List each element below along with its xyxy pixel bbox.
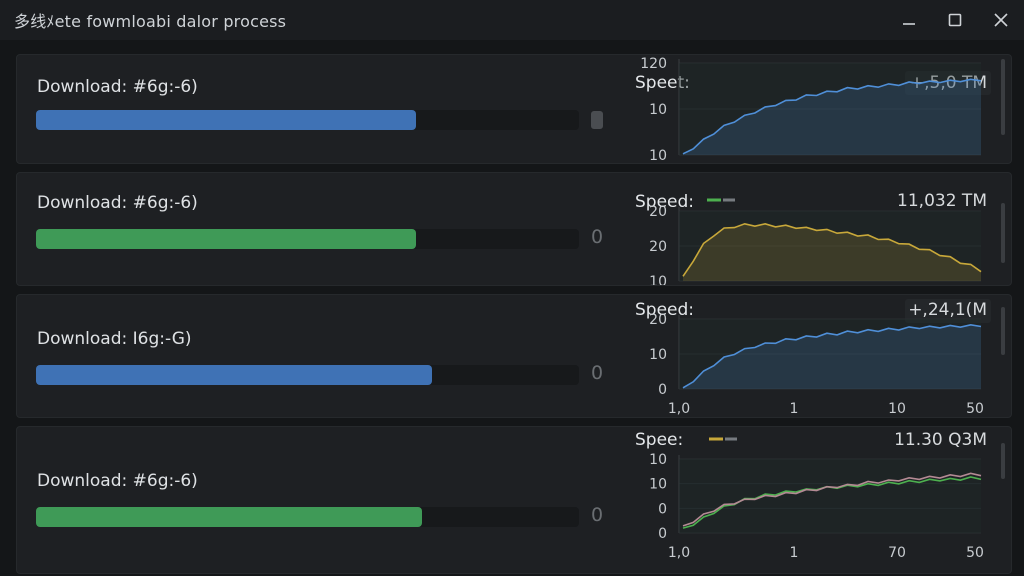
plot-area — [679, 459, 981, 533]
y-tick-label: 10 — [649, 148, 667, 163]
y-tick-label: 0 — [658, 382, 667, 398]
download-panel: Download: #6g:-6) 0 Spee: 11.30 Q3M 10 10 0 0 1,… — [16, 426, 1012, 574]
download-panel: Download: #6g:-6) 0 Speed: 11,032 TM 20 20 10 — [16, 172, 1012, 286]
y-tick-label: 20 — [649, 312, 667, 328]
y-tick-label: 10 — [649, 102, 667, 118]
y-tick-label: 10 — [649, 452, 667, 468]
speed-value: +,24,1(M — [908, 300, 987, 320]
minimize-button[interactable] — [886, 0, 932, 40]
speed-label: Spee: — [635, 430, 683, 450]
close-icon — [994, 13, 1008, 27]
minimize-icon — [903, 23, 915, 25]
y-tick-label: 20 — [649, 204, 667, 220]
y-tick-label: 10 — [649, 477, 667, 493]
scrollbar[interactable] — [1001, 307, 1005, 355]
speed-chart: Speed: 11,032 TM202010 — [635, 191, 987, 285]
x-tick-label: 1,0 — [668, 545, 690, 561]
speed-chart: Speet: +,5,0 TM1201010 — [635, 56, 991, 163]
x-tick-label: 1 — [790, 545, 799, 561]
window-title: 多线ﾒete fowmloabi dalor process — [14, 12, 287, 31]
scrollbar[interactable] — [1001, 59, 1005, 135]
download-panel: Download: I6g:-G) 0 Speed: +,24,1(M 20 10 0 1,0… — [16, 294, 1012, 418]
maximize-button[interactable] — [932, 0, 978, 40]
scrollbar[interactable] — [1001, 203, 1005, 263]
window-controls — [886, 0, 1024, 40]
close-button[interactable] — [978, 0, 1024, 40]
speed-chart: Spee: 11.30 Q3M1010001,0 1 70 50 — [635, 430, 987, 561]
y-tick-label: 0 — [658, 526, 667, 542]
scrollbar[interactable] — [1001, 443, 1005, 479]
y-tick-label: 10 — [649, 347, 667, 363]
y-tick-label: 10 — [649, 274, 667, 285]
speed-value: 11,032 TM — [897, 191, 987, 211]
x-tick-label: 10 — [888, 401, 906, 417]
x-tick-label: 70 — [888, 545, 906, 561]
y-tick-label: 0 — [658, 501, 667, 517]
download-panel: Download: #6g:-6) Speet: +,5,0 TM 120 10 10 — [16, 54, 1012, 164]
maximize-icon — [948, 13, 962, 27]
x-tick-label: 50 — [966, 401, 984, 417]
title-bar: 多线ﾒete fowmloabi dalor process — [0, 0, 1024, 40]
speed-chart: Speed: +,24,1(M201001,0 1 10 50 — [635, 299, 991, 417]
x-tick-label: 1,0 — [668, 401, 690, 417]
y-tick-label: 20 — [649, 239, 667, 255]
x-tick-label: 1 — [790, 401, 799, 417]
y-tick-label: 120 — [640, 56, 667, 72]
x-tick-label: 50 — [966, 545, 984, 561]
speed-value: 11.30 Q3M — [894, 430, 987, 450]
